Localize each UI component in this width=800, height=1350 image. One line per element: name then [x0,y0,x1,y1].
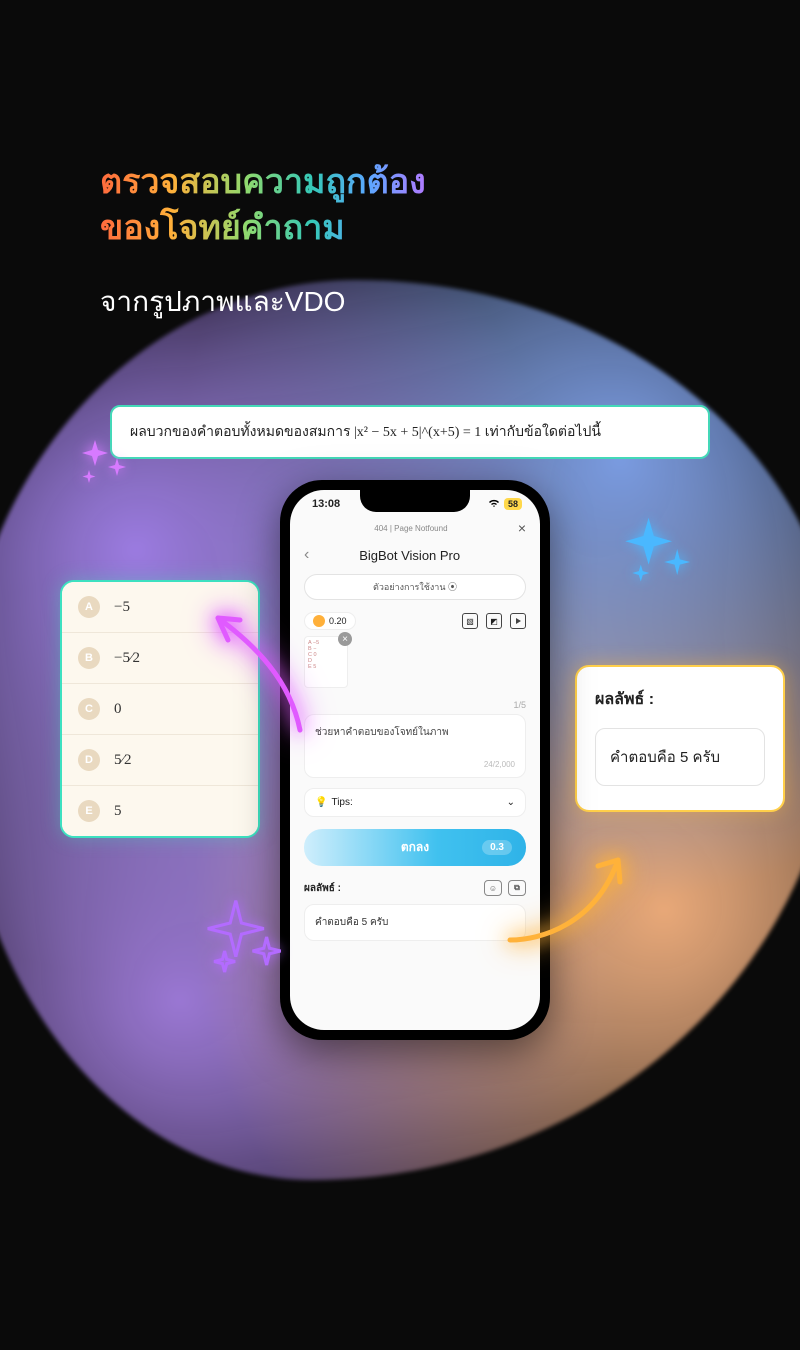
video-icon[interactable] [510,613,526,629]
option-value: −5⁄2 [114,650,140,667]
option-row[interactable]: E5 [62,786,258,836]
page-title-row: 404 | Page Notfound × [290,518,540,538]
char-counter: 24/2,000 [315,760,515,769]
prompt-text: ช่วยหาคำตอบของโจทย์ในภาพ [315,725,515,740]
battery-indicator: 58 [504,498,522,510]
wifi-icon [488,498,500,511]
prompt-input[interactable]: ช่วยหาคำตอบของโจทย์ในภาพ 24/2,000 [304,714,526,778]
app-header: ‹ BigBot Vision Pro [290,538,540,574]
chevron-down-icon: ⌄ [507,797,515,808]
option-letter: D [78,749,100,771]
option-letter: E [78,800,100,822]
gallery-icon[interactable]: ◩ [486,613,502,629]
share-line-icon[interactable]: ☺ [484,880,502,896]
status-time: 13:08 [312,498,340,510]
phone-result-label: ผลลัพธ์ : [304,881,341,896]
option-row[interactable]: A −5 [62,582,258,633]
question-text: ผลบวกของคำตอบทั้งหมดของสมการ |x² − 5x + … [130,425,601,440]
credit-chip[interactable]: 0.20 [304,612,356,630]
usage-example-button[interactable]: ตัวอย่างการใช้งาน ⦿ [304,574,526,600]
credit-value: 0.20 [329,616,347,626]
phone-screen: 13:08 58 404 | Page Notfound × ‹ BigBot … [290,490,540,1030]
app-title: BigBot Vision Pro [317,548,502,563]
image-icon[interactable]: ▧ [462,613,478,629]
option-letter: B [78,647,100,669]
option-value: 5 [114,803,122,820]
coin-icon [313,615,325,627]
phone-result-text: คำตอบคือ 5 ครับ [304,904,526,941]
heading-line2: ของโจทย์คำถาม [100,209,345,247]
sub-heading: จากรูปภาพและVDO [100,280,345,324]
notfound-label: 404 | Page Notfound [374,524,447,533]
option-letter: C [78,698,100,720]
option-row[interactable]: C0 [62,684,258,735]
option-value: −5 [114,599,130,616]
close-icon[interactable]: × [518,520,526,536]
phone-notch [360,490,470,512]
heading-line1: ตรวจสอบความถูกต้อง [100,163,426,201]
tips-label: Tips: [331,797,352,808]
result-card: ผลลัพธ์ : คำตอบคือ 5 ครับ [575,665,785,812]
answer-options-card: A −5 B −5⁄2 C0 D 5⁄2 E5 [60,580,260,838]
attachment-thumbnail[interactable]: A −5B −C 0DE 5 × [304,636,348,688]
submit-cost: 0.3 [482,840,512,855]
option-letter: A [78,596,100,618]
submit-label: ตกลง [401,838,429,857]
toolbar: 0.20 ▧ ◩ [290,608,540,636]
phone-mockup: 13:08 58 404 | Page Notfound × ‹ BigBot … [280,480,550,1040]
result-title: ผลลัพธ์ : [595,687,765,712]
attachment-area: A −5B −C 0DE 5 × [304,636,526,696]
math-question-card: ผลบวกของคำตอบทั้งหมดของสมการ |x² − 5x + … [110,405,710,459]
option-value: 5⁄2 [114,752,132,769]
result-text: คำตอบคือ 5 ครับ [595,728,765,786]
back-icon[interactable]: ‹ [304,546,309,564]
tips-row[interactable]: 💡 Tips: ⌄ [304,788,526,817]
submit-button[interactable]: ตกลง 0.3 [304,829,526,866]
option-row[interactable]: D 5⁄2 [62,735,258,786]
main-heading: ตรวจสอบความถูกต้อง ของโจทย์คำถาม [100,160,426,252]
bulb-icon: 💡 [315,797,327,808]
option-value: 0 [114,701,122,718]
image-counter: 1/5 [290,700,540,710]
phone-result-header: ผลลัพธ์ : ☺ ⧉ [290,876,540,900]
copy-icon[interactable]: ⧉ [508,880,526,896]
remove-attachment-icon[interactable]: × [338,632,352,646]
option-row[interactable]: B −5⁄2 [62,633,258,684]
